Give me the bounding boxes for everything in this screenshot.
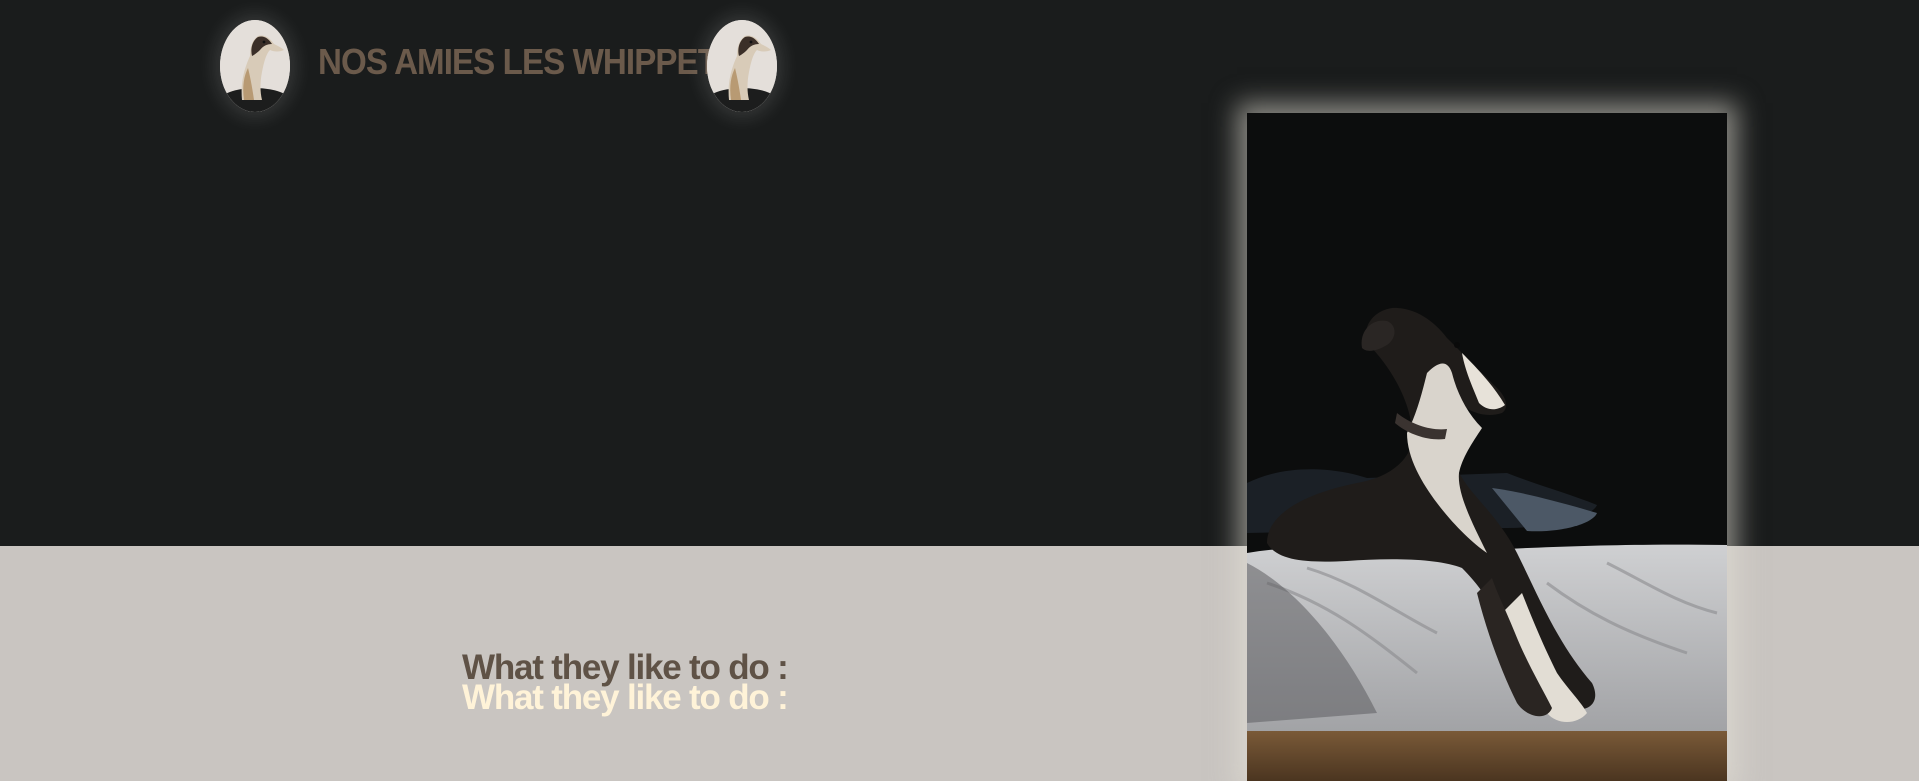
site-header: NOS AMIES LES WHIPPET	[0, 0, 1919, 120]
section-heading-highlight: What they like to do :	[462, 678, 789, 717]
whippet-portrait-icon	[220, 20, 290, 112]
site-title: NOS AMIES LES WHIPPET	[318, 41, 718, 82]
whippet-on-bed-photo	[1247, 113, 1727, 781]
hero-photo	[1247, 113, 1727, 781]
whippet-portrait-icon	[707, 20, 777, 112]
